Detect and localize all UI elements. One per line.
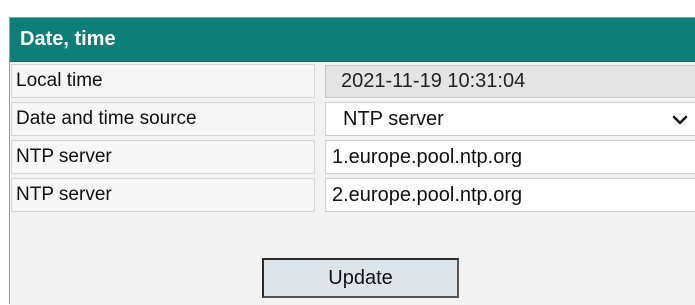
local-time-value: 2021-11-19 10:31:04 <box>325 64 695 98</box>
time-source-label: Date and time source <box>11 102 315 136</box>
local-time-label: Local time <box>11 64 315 98</box>
chevron-down-icon <box>672 115 688 125</box>
ntp-server-2-label: NTP server <box>11 178 315 212</box>
date-time-panel: Date, time Local time 2021-11-19 10:31:0… <box>9 17 695 305</box>
ntp-server-1-input[interactable] <box>325 140 695 174</box>
local-time-row: Local time 2021-11-19 10:31:04 <box>10 62 695 100</box>
ntp-server-1-label: NTP server <box>11 140 315 174</box>
panel-header: Date, time <box>10 18 695 62</box>
time-source-select[interactable]: NTP server <box>325 102 695 136</box>
ntp-server-1-row: NTP server <box>10 138 695 176</box>
time-source-row: Date and time source NTP server <box>10 100 695 138</box>
ntp-server-2-input[interactable] <box>325 178 695 212</box>
update-button[interactable]: Update <box>262 258 459 298</box>
time-source-selected-value: NTP server <box>343 107 444 130</box>
panel-footer: Update <box>10 252 695 305</box>
ntp-server-2-row: NTP server <box>10 176 695 214</box>
panel-title: Date, time <box>20 28 116 50</box>
